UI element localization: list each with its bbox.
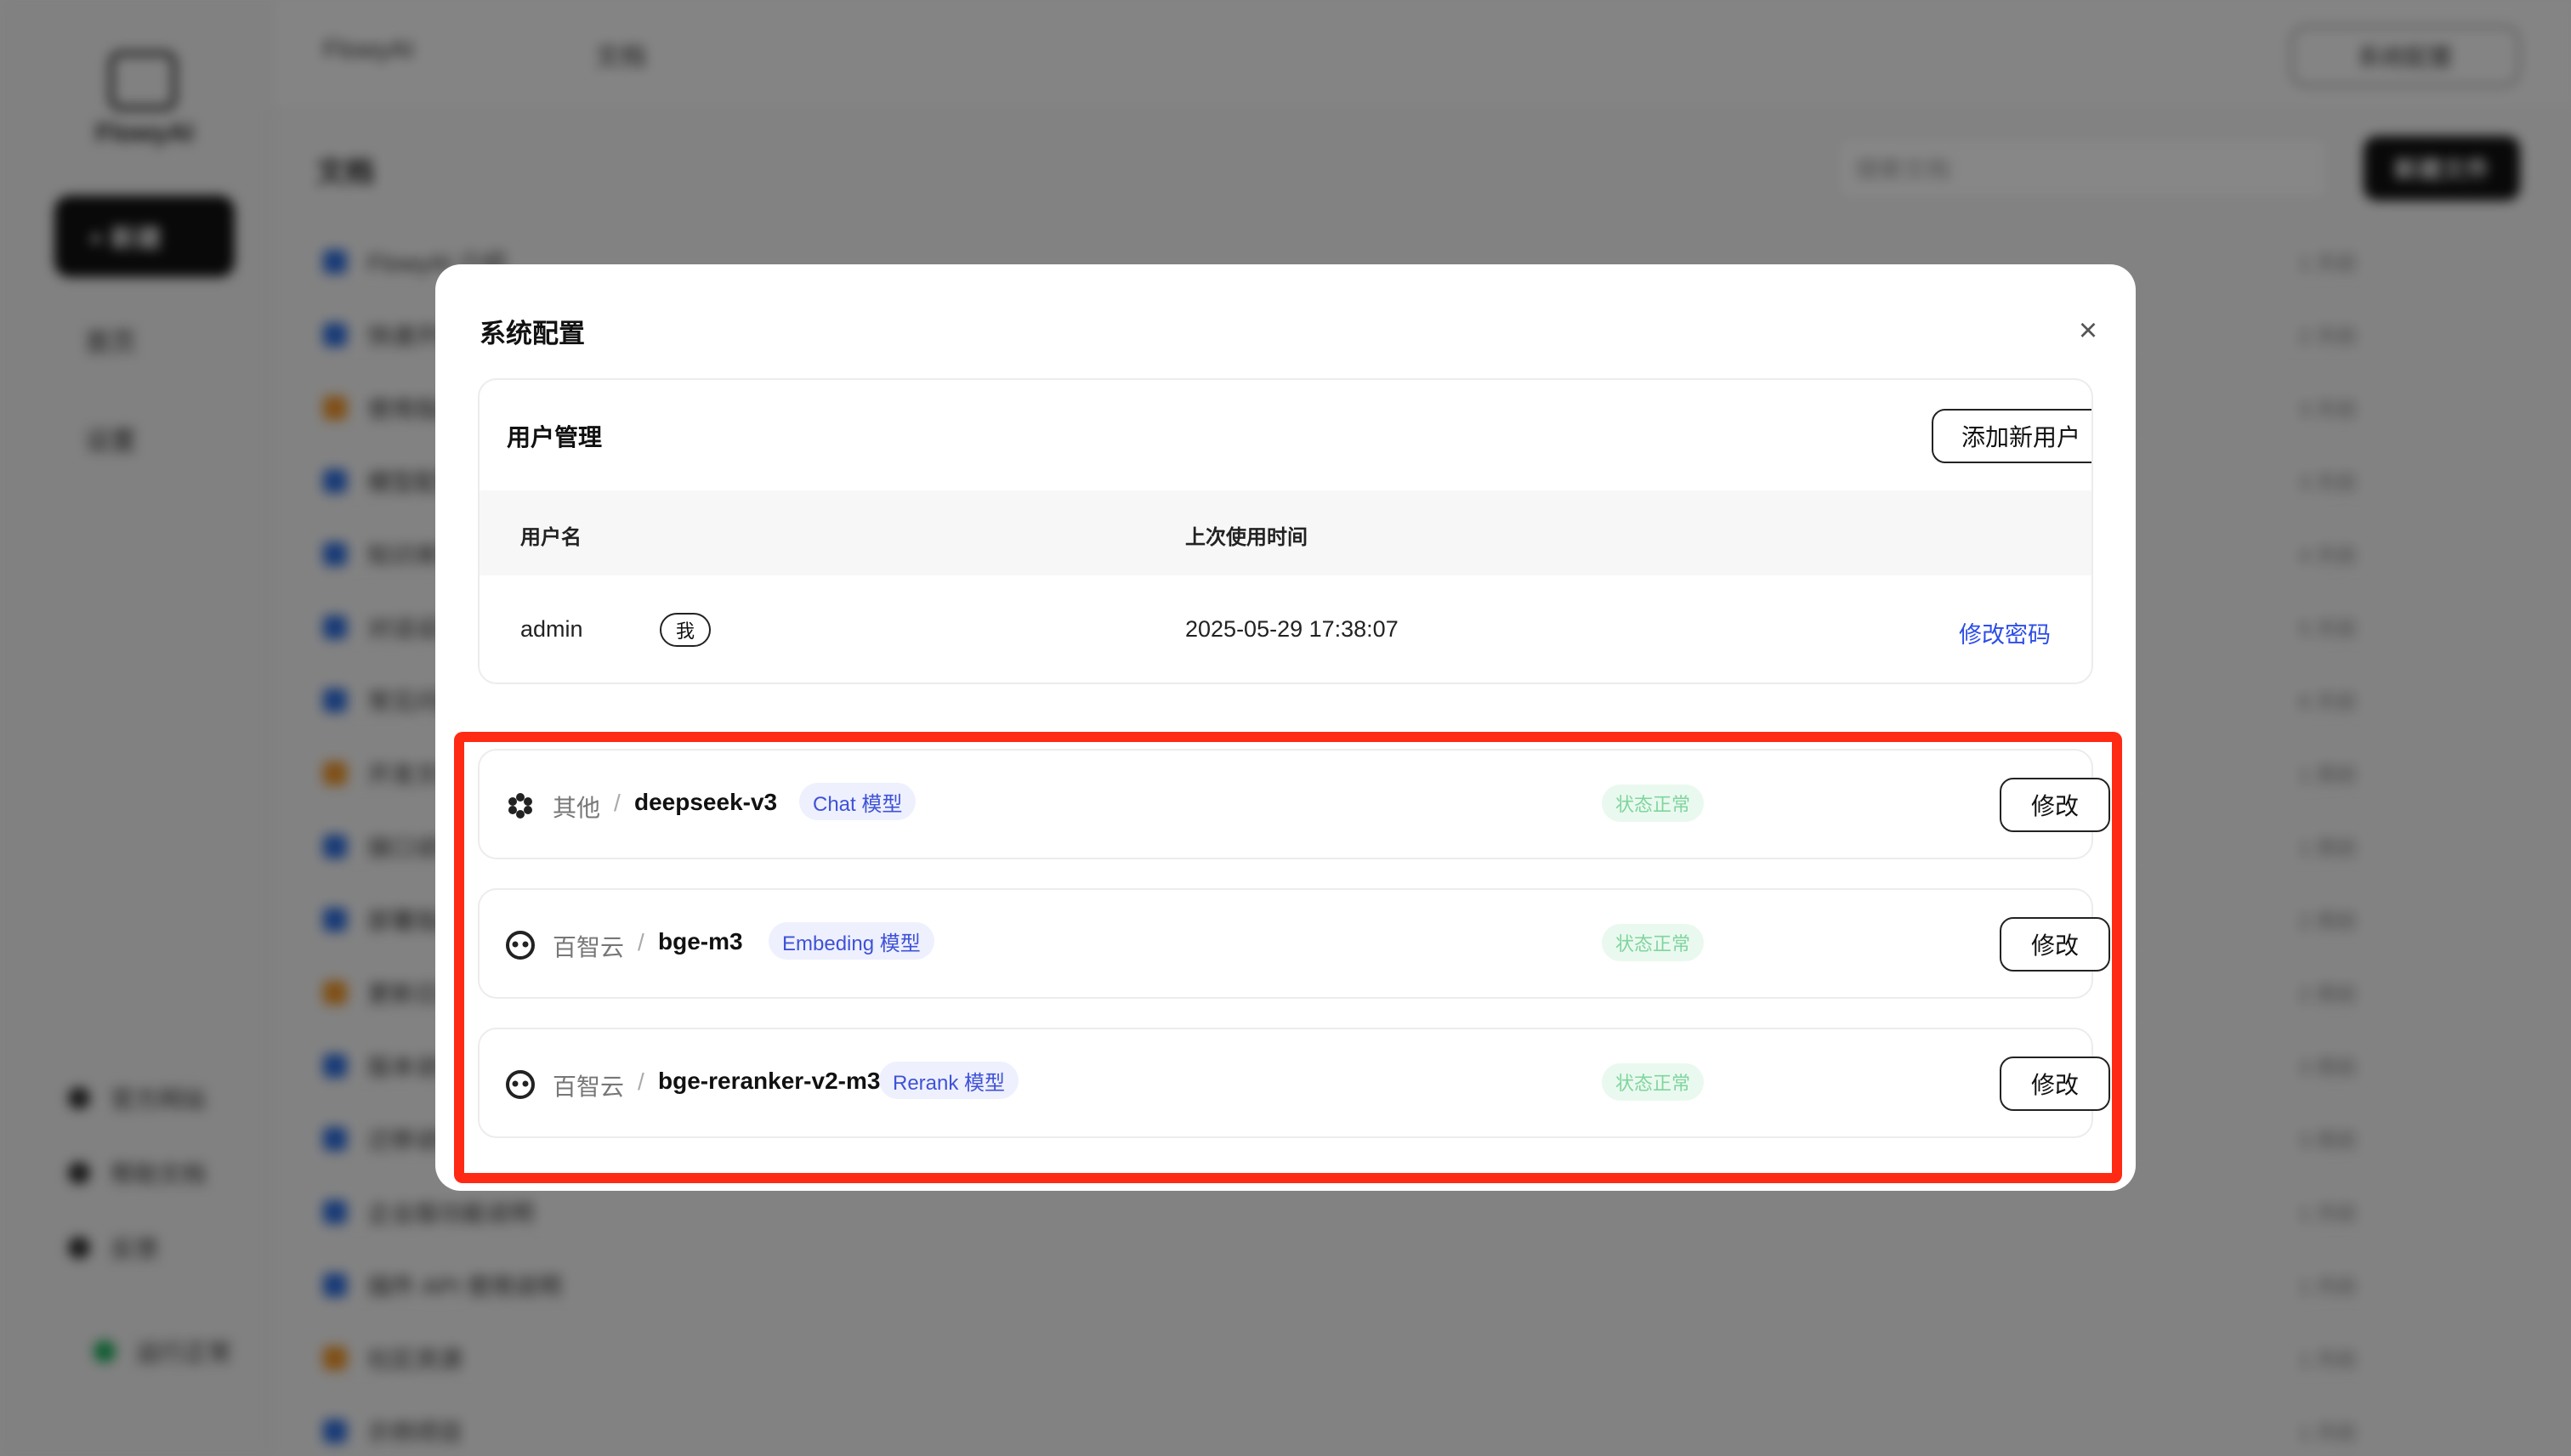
- current-user-badge: 我: [660, 613, 711, 647]
- model-card-bge-m3: 百智云 / bge-m3 Embeding 模型 状态正常 修改: [478, 888, 2110, 999]
- provider-separator: /: [614, 790, 621, 816]
- table-row: admin 我 2025-05-29 17:38:07 修改密码: [480, 575, 2091, 683]
- system-config-modal: 系统配置 × 用户管理 添加新用户 用户名 上次使用时间 admin 我 202…: [435, 264, 2136, 1191]
- last-used-cell: 2025-05-29 17:38:07: [1185, 616, 1399, 642]
- model-name: deepseek-v3: [634, 789, 778, 815]
- modal-title: 系统配置: [480, 319, 585, 348]
- user-management-card: 用户管理 添加新用户 用户名 上次使用时间 admin 我 2025-05-29…: [478, 378, 2093, 684]
- edit-model-button[interactable]: 修改: [2000, 917, 2110, 972]
- baidu-face-icon: [506, 1070, 535, 1099]
- user-management-title: 用户管理: [507, 424, 603, 450]
- edit-model-button[interactable]: 修改: [2000, 778, 2110, 832]
- add-user-button[interactable]: 添加新用户: [1932, 409, 2091, 463]
- hexagon-cluster-icon: [508, 793, 532, 819]
- user-table-header: 用户名 上次使用时间: [480, 490, 2091, 575]
- provider-separator: /: [638, 929, 644, 955]
- close-icon[interactable]: ×: [2071, 314, 2105, 348]
- model-card-bge-reranker-v2-m3: 百智云 / bge-reranker-v2-m3 Rerank 模型 状态正常 …: [478, 1028, 2110, 1138]
- model-type-tag: Chat 模型: [799, 783, 917, 820]
- model-status-badge: 状态正常: [1602, 924, 1705, 961]
- username-cell: admin: [520, 616, 583, 642]
- model-name: bge-reranker-v2-m3: [658, 1068, 881, 1094]
- model-status-badge: 状态正常: [1602, 785, 1705, 822]
- provider-separator: /: [638, 1068, 644, 1095]
- column-header-username: 用户名: [520, 526, 582, 549]
- model-name: bge-m3: [658, 928, 743, 955]
- model-provider: 百智云: [553, 1074, 625, 1100]
- column-header-last-used: 上次使用时间: [1185, 526, 1308, 549]
- model-provider: 百智云: [553, 934, 625, 960]
- model-type-tag: Rerank 模型: [879, 1062, 1019, 1099]
- model-status-badge: 状态正常: [1602, 1063, 1705, 1101]
- model-provider: 其他: [553, 795, 601, 821]
- model-card-deepseek-v3: 其他 / deepseek-v3 Chat 模型 状态正常 修改: [478, 749, 2110, 859]
- edit-model-button[interactable]: 修改: [2000, 1057, 2110, 1111]
- baidu-face-icon: [506, 931, 535, 960]
- change-password-link[interactable]: 修改密码: [1959, 616, 2051, 649]
- model-type-tag: Embeding 模型: [769, 922, 934, 960]
